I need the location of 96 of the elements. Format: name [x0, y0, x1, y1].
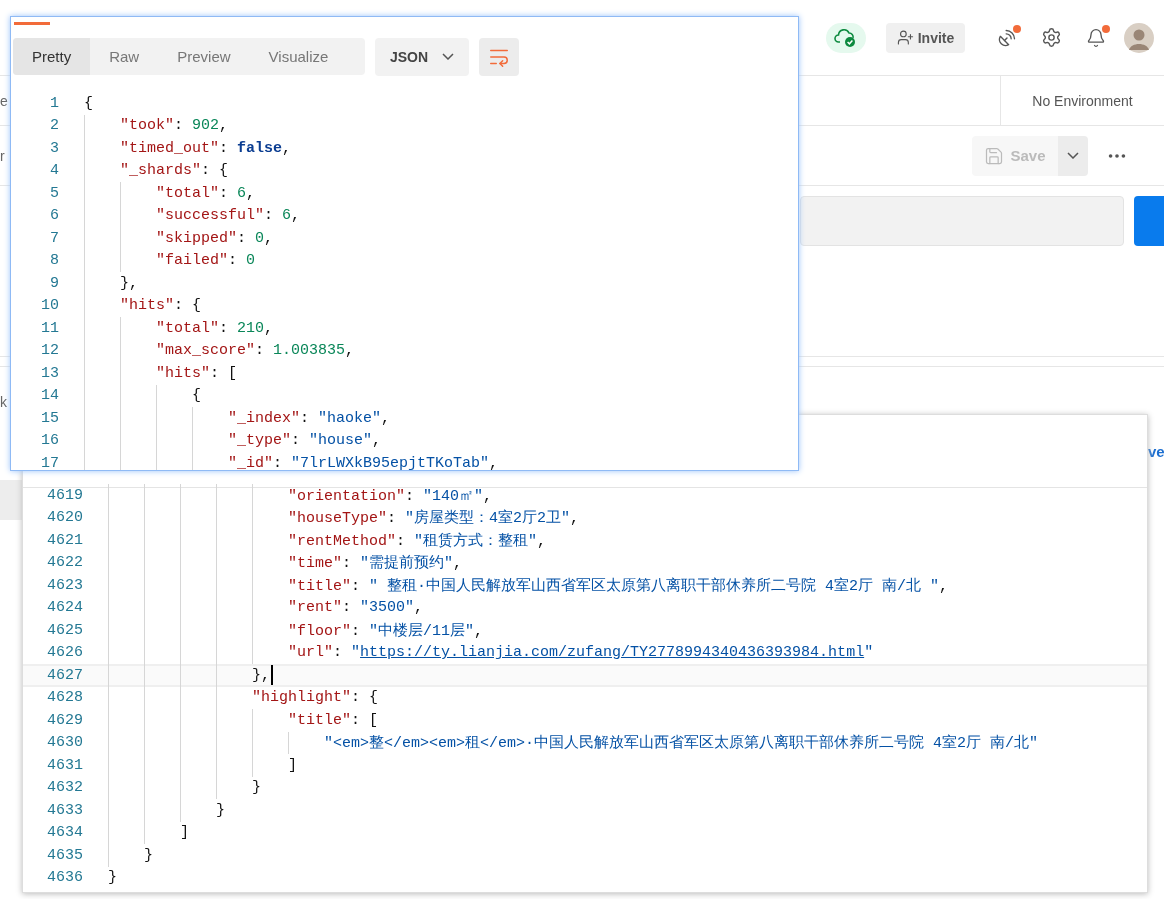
code-line: },: [120, 274, 138, 292]
line-number: 15: [40, 409, 59, 427]
cloud-check-icon: [834, 27, 858, 48]
active-tab-indicator: [14, 22, 50, 25]
code-line: ]: [180, 824, 189, 842]
code-line: "failed": 0: [156, 252, 256, 270]
sync-status-badge[interactable]: [826, 22, 866, 53]
line-number: 4633: [46, 801, 83, 819]
line-number: 4635: [46, 846, 83, 864]
code-line: }: [216, 801, 225, 819]
line-number: 4630: [46, 734, 83, 752]
chevron-down-icon: [1067, 152, 1079, 159]
line-number: 4622: [46, 554, 83, 572]
line-number: 4627: [46, 666, 83, 684]
line-number: 4632: [46, 779, 83, 797]
code-line: "houseType": "房屋类型：4室2厅2卫",: [288, 508, 580, 528]
code-line: "successful": 6,: [156, 207, 301, 225]
code-line: },: [252, 666, 270, 684]
line-number: 13: [40, 364, 59, 382]
code-line: "<em>整</em><em>租</em>·中国人民解放军山西省军区太原第八离职干部休养所二号院 4室2厅 南/北": [324, 733, 1039, 753]
line-number: 12: [40, 342, 59, 360]
code-line: "_shards": {: [120, 162, 229, 180]
save-link[interactable]: ve: [1148, 443, 1164, 460]
line-number: 10: [40, 297, 59, 315]
line-number: 4626: [46, 644, 83, 662]
view-tab[interactable]: Visualize: [249, 38, 348, 75]
line-number: 4623: [46, 576, 83, 594]
code-line: "took": 902,: [120, 117, 229, 135]
user-plus-icon: [896, 29, 914, 46]
save-options-button[interactable]: [1058, 135, 1088, 176]
line-number: 4628: [46, 689, 83, 707]
view-tab[interactable]: Preview: [158, 38, 250, 75]
settings-icon: [1041, 27, 1062, 48]
line-number: 4634: [46, 824, 83, 842]
wrap-lines-icon[interactable]: [479, 37, 519, 76]
tab-label[interactable]: k: [0, 394, 7, 410]
chevron-down-icon: [442, 53, 455, 60]
line-number: 4621: [46, 531, 83, 549]
code-line: "skipped": 0,: [156, 229, 274, 247]
line-number: 16: [40, 432, 59, 450]
code-line: "_index": "haoke",: [228, 409, 391, 427]
code-line: {: [192, 387, 201, 405]
code-line: ]: [288, 756, 297, 774]
text-cursor: [271, 665, 273, 686]
code-line: {: [84, 94, 93, 112]
code-line: "title": " 整租·中国人民解放军山西省军区太原第八离职干部休养所二号院 4室2厅 南/北 ",: [288, 576, 949, 595]
line-number: 14: [40, 387, 59, 405]
tab-label[interactable]: e: [0, 92, 8, 109]
code-line: "hits": {: [120, 297, 202, 315]
line-number: 8: [49, 252, 59, 270]
line-number: 5: [49, 184, 59, 202]
view-tab[interactable]: Pretty: [13, 38, 91, 75]
line-number: 11: [40, 319, 59, 337]
link[interactable]: https://ty.lianjia.com/zufang/TY2778994340436393984.html: [360, 644, 865, 662]
line-number: 6: [49, 207, 59, 225]
line-number: 4619: [46, 486, 83, 504]
code-line: "total": 210,: [156, 319, 274, 337]
line-number: 7: [49, 229, 59, 247]
avatar[interactable]: [1124, 22, 1154, 53]
code-line: "hits": [: [156, 364, 238, 382]
view-tab[interactable]: Raw: [90, 38, 159, 75]
code-line: "timed_out": false,: [120, 139, 292, 157]
code-line: }: [108, 869, 117, 887]
line-number: 4620: [46, 509, 83, 527]
request-name: r: [0, 147, 5, 164]
code-line: "rent": "3500",: [288, 599, 424, 617]
satellite-dish-icon: [997, 27, 1017, 48]
line-number: 4631: [46, 756, 83, 774]
code-line: "title": [: [288, 711, 379, 729]
line-number: 4625: [46, 621, 83, 639]
line-number: 4636: [46, 869, 83, 887]
line-number: 4: [49, 162, 59, 180]
line-number: 17: [40, 454, 59, 470]
code-line: "highlight": {: [252, 689, 379, 707]
code-line: "max_score": 1.003835,: [156, 342, 355, 360]
url-field[interactable]: [800, 196, 1124, 246]
bell-icon: [1086, 27, 1106, 48]
line-number: 4624: [46, 599, 83, 617]
code-line: "rentMethod": "租赁方式：整租",: [288, 531, 547, 550]
invite-button[interactable]: Invite: [886, 22, 965, 53]
code-line: "time": "需提前预约",: [288, 554, 463, 573]
code-line: "floor": "中楼层/11层",: [288, 621, 484, 640]
line-number: 9: [49, 274, 59, 292]
code-line: "url": "https://ty.lianjia.com/zufang/TY2778994340436393984.html": [288, 644, 874, 662]
line-number: 2: [49, 117, 59, 135]
environment-selector[interactable]: No Environment: [1000, 76, 1164, 125]
format-dropdown[interactable]: JSON: [375, 37, 469, 76]
code-line: "orientation": "140㎡",: [288, 486, 493, 505]
code-line: "_id": "7lrLWXkB95epjtTKoTab",: [228, 454, 499, 470]
code-line: }: [252, 779, 261, 797]
line-number: 1: [49, 94, 59, 112]
code-line: "_type": "house",: [228, 432, 382, 450]
line-number: 3: [49, 139, 59, 157]
code-line: "total": 6,: [156, 184, 256, 202]
code-line: }: [144, 846, 153, 864]
line-number: 4629: [46, 711, 83, 729]
